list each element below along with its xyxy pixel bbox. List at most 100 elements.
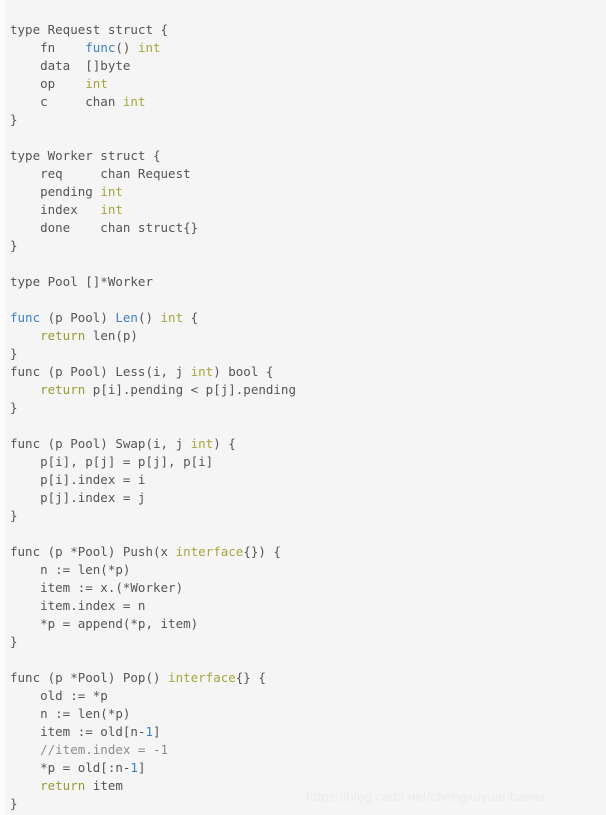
code-token-ret: return: [40, 381, 86, 397]
code-token-plain: {} {: [235, 669, 266, 685]
code-token-plain: item.index = n: [10, 597, 146, 613]
code-token-plain: p[j].index = j: [10, 489, 146, 505]
code-token-plain: {: [183, 309, 199, 325]
code-token-ret: return: [40, 327, 86, 343]
code-line: ​: [10, 291, 606, 309]
code-token-type: int: [190, 435, 214, 451]
code-line: func (p *Pool) Push(x interface{}) {: [10, 543, 606, 561]
code-token-type: int: [85, 75, 108, 91]
code-line: *p = append(*p, item): [10, 615, 606, 633]
code-token-plain: }: [10, 507, 18, 523]
code-token-type: interface: [168, 669, 236, 685]
code-token-plain: (p Pool): [40, 309, 116, 325]
code-line: }: [10, 399, 606, 417]
code-token-plain: func (p Pool) Swap(i, j: [10, 435, 191, 451]
code-token-plain: func (p *Pool) Push(x: [10, 543, 176, 559]
code-token-plain: fn: [10, 39, 86, 55]
code-token-num: 1: [145, 723, 153, 739]
code-line: done chan struct{}: [10, 219, 606, 237]
code-token-plain: ]: [153, 723, 161, 739]
code-line: func (p Pool) Less(i, j int) bool {: [10, 363, 606, 381]
code-line: return p[i].pending < p[j].pending: [10, 381, 606, 399]
code-token-plain: func (p Pool) Less(i, j: [10, 363, 191, 379]
code-token-plain: ) bool {: [213, 363, 274, 379]
code-line: item := old[n-1]: [10, 723, 606, 741]
code-line: fn func() int: [10, 39, 606, 57]
code-line: item := x.(*Worker): [10, 579, 606, 597]
code-line: }: [10, 111, 606, 129]
code-line: ​: [10, 525, 606, 543]
code-token-plain: item := old[n-: [10, 723, 146, 739]
code-token-plain: ) {: [213, 435, 236, 451]
code-token-plain: item := x.(*Worker): [10, 579, 184, 595]
code-token-plain: op: [10, 75, 86, 91]
code-line: ​: [10, 129, 606, 147]
code-token-plain: {}) {: [243, 543, 281, 559]
code-token-plain: }: [10, 633, 18, 649]
code-token-plain: ]: [137, 759, 146, 775]
code-line: old := *p: [10, 687, 606, 705]
code-line: p[i].index = i: [10, 471, 606, 489]
code-token-plain: pending: [10, 183, 101, 199]
left-gutter-strip: [0, 0, 6, 815]
code-token-kw: Len: [115, 309, 138, 325]
code-token-num: 1: [130, 759, 138, 775]
source-code-listing[interactable]: type Request struct { fn func() int data…: [10, 21, 606, 813]
code-line: item.index = n: [10, 597, 606, 615]
code-line: return len(p): [10, 327, 606, 345]
code-line: *p = old[:n-1]: [10, 759, 606, 777]
code-token-plain: len(p): [85, 327, 138, 343]
code-token-plain: func (p *Pool) Pop(): [10, 669, 169, 685]
code-token-plain: p[i], p[j] = p[j], p[i]: [10, 453, 214, 469]
code-token-comment: //item.index = -1: [10, 741, 169, 757]
code-token-plain: n := len(*p): [10, 561, 131, 577]
code-token-plain: (): [137, 309, 161, 325]
code-token-type: int: [100, 201, 123, 217]
code-token-kw: func: [85, 39, 116, 55]
code-line: }: [10, 237, 606, 255]
code-line: ​: [10, 255, 606, 273]
code-token-plain: }: [10, 237, 18, 253]
code-token-plain: type Worker struct {: [10, 147, 161, 163]
code-token-type: interface: [175, 543, 244, 559]
code-line: }: [10, 633, 606, 651]
code-token-plain: req chan Request: [10, 165, 191, 181]
code-line: }: [10, 507, 606, 525]
code-line: req chan Request: [10, 165, 606, 183]
code-token-plain: }: [10, 111, 18, 127]
code-token-plain: *p = old[:n-: [10, 759, 131, 775]
code-line: n := len(*p): [10, 561, 606, 579]
code-token-type: int: [137, 39, 161, 55]
code-token-plain: item: [85, 777, 123, 793]
code-token-ret: return: [40, 777, 86, 793]
code-token-plain: index: [10, 201, 101, 217]
code-line: ​: [10, 417, 606, 435]
code-line: index int: [10, 201, 606, 219]
code-line: func (p Pool) Len() int {: [10, 309, 606, 327]
code-token-kw: func: [10, 309, 41, 325]
code-token-plain: (): [115, 39, 138, 55]
code-viewer: type Request struct { fn func() int data…: [0, 0, 606, 815]
code-token-type: int: [160, 309, 184, 325]
code-line: p[j].index = j: [10, 489, 606, 507]
code-line: n := len(*p): [10, 705, 606, 723]
watermark-url: https://blog.csdn.net/chengxuyuanbawei: [306, 789, 545, 804]
code-token-type: int: [190, 363, 214, 379]
code-token-plain: data []byte: [10, 57, 131, 73]
code-line: type Worker struct {: [10, 147, 606, 165]
code-line: data []byte: [10, 57, 606, 75]
code-token-plain: c chan: [10, 93, 123, 109]
code-line: }: [10, 345, 606, 363]
code-token-plain: done chan struct{}: [10, 219, 199, 235]
code-token-plain: type Pool []*Worker: [10, 273, 153, 289]
code-token-type: int: [122, 93, 146, 109]
code-token-plain: }: [10, 795, 18, 811]
code-token-type: int: [100, 183, 123, 199]
code-line: func (p Pool) Swap(i, j int) {: [10, 435, 606, 453]
code-token-plain: }: [10, 345, 18, 361]
code-token-plain: type Request struct {: [10, 21, 169, 37]
code-line: type Pool []*Worker: [10, 273, 606, 291]
